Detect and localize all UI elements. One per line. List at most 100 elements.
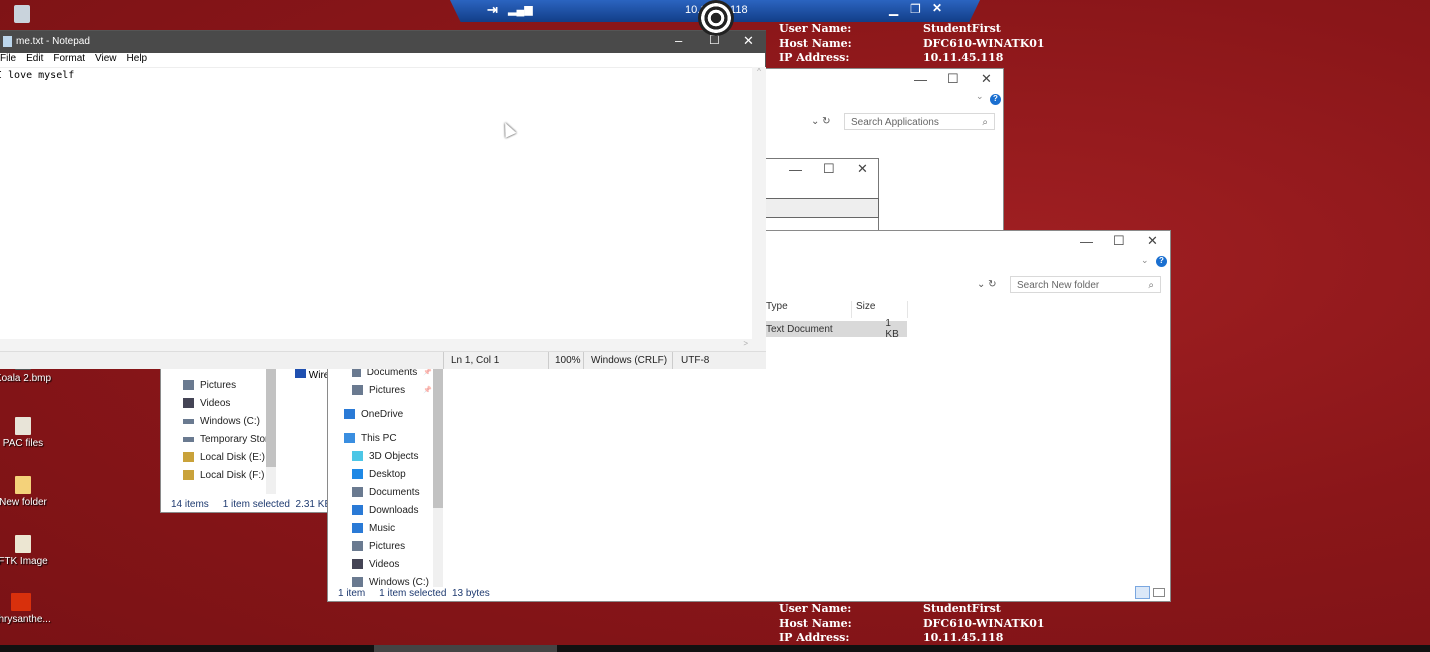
close-button[interactable]: ✕ (981, 71, 992, 87)
scrollbar[interactable] (433, 363, 443, 587)
nav-item[interactable]: Local Disk (E:) (183, 448, 274, 466)
pin-icon[interactable]: 📌 (423, 368, 432, 376)
videos-icon (183, 398, 194, 408)
nav-item[interactable]: Documents (344, 483, 432, 501)
title-bar[interactable]: me.txt - Notepad – ☐ ✕ (0, 31, 766, 53)
column-size[interactable]: Size (852, 301, 908, 318)
desktop-icon-chrysanthemum[interactable]: Chrysanthe... (0, 593, 51, 625)
nav-item[interactable]: Pictures (183, 376, 274, 394)
drive-icon (183, 418, 194, 424)
maximize-button[interactable]: ☐ (1113, 233, 1125, 249)
label: Windows (C:) (200, 415, 261, 427)
3d-objects-icon (352, 451, 363, 461)
nav-item[interactable]: Videos (344, 555, 432, 573)
expand-ribbon-icon[interactable]: ⌄ (976, 91, 984, 102)
nav-item[interactable]: Local Disk (F:) (183, 466, 274, 484)
label: Desktop (369, 468, 406, 480)
computer-icon (344, 433, 355, 443)
status-bar: 1 item 1 item selected 13 bytes (338, 588, 490, 599)
encoding: UTF-8 (672, 352, 717, 369)
search-new-folder-input[interactable]: Search New folder ⌕ (1010, 276, 1161, 293)
minimize-button[interactable]: — (1080, 234, 1093, 249)
label: Pictures (369, 384, 406, 396)
folder-icon (15, 535, 31, 553)
desktop-icon-pac-files[interactable]: PAC files (0, 417, 53, 449)
label: PAC files (2, 438, 44, 449)
size: 2.31 KB (295, 499, 332, 510)
dropdown-icon[interactable]: ⌄ ↻ (811, 116, 831, 127)
expand-ribbon-icon[interactable]: ⌄ (1141, 255, 1149, 266)
minimize-button[interactable]: — (914, 72, 927, 87)
notepad-window[interactable]: me.txt - Notepad – ☐ ✕ File Edit Format … (0, 30, 766, 369)
locked-drive-icon (183, 452, 194, 462)
file-size: 1 KB (885, 318, 899, 340)
nav-item[interactable]: 3D Objects (344, 447, 432, 465)
signal-icon: ▂▄▆ (508, 4, 533, 16)
image-icon (11, 593, 31, 611)
nav-item[interactable]: Videos (183, 394, 274, 412)
nav-item[interactable]: Windows (C:) (183, 412, 274, 430)
horizontal-scrollbar[interactable]: > (0, 339, 766, 351)
label: 3D Objects (369, 450, 419, 462)
address-dropdown-icon[interactable]: ⌄ ↻ (977, 279, 997, 290)
minimize-button[interactable]: – (675, 33, 682, 48)
desktop-icon-ftk-image[interactable]: FTK Image (0, 535, 53, 567)
label: Local Disk (E:) (200, 451, 266, 463)
pictures-icon (183, 380, 194, 390)
minimize-button[interactable]: ▁ (889, 2, 898, 16)
videos-icon (352, 559, 363, 569)
label: Pictures (200, 379, 237, 391)
maximize-button[interactable]: ☐ (947, 71, 959, 87)
minimize-button[interactable]: — (789, 162, 802, 177)
nav-item[interactable]: Downloads (344, 501, 432, 519)
nav-item[interactable]: OneDrive (344, 405, 432, 423)
selection: 1 item selected (222, 499, 290, 510)
nav-item[interactable]: Music (344, 519, 432, 537)
close-button[interactable]: ✕ (1147, 233, 1158, 249)
menu-help[interactable]: Help (127, 53, 148, 64)
pin-icon[interactable]: 📌 (423, 386, 432, 394)
taskbar-active-item[interactable] (374, 645, 557, 652)
recycle-bin-icon[interactable] (14, 5, 30, 23)
label: Videos (369, 558, 400, 570)
help-icon[interactable]: ? (990, 94, 1001, 105)
nav-item[interactable]: Desktop (344, 465, 432, 483)
scrollbar[interactable] (266, 369, 276, 494)
menu-bar: File Edit Format View Help (0, 53, 147, 64)
nav-item[interactable]: Pictures 📌 (344, 381, 432, 399)
close-button[interactable]: ✕ (743, 33, 754, 49)
file-type: Text Document (766, 323, 833, 335)
vertical-scrollbar[interactable]: ^ (752, 67, 766, 339)
value: 10.11.45.118 (923, 51, 1004, 64)
desktop-icon-new-folder[interactable]: New folder (0, 476, 53, 508)
label: Host Name: (779, 36, 852, 50)
help-icon[interactable]: ? (1156, 256, 1167, 267)
menu-view[interactable]: View (95, 53, 117, 64)
label: Pictures (369, 540, 406, 552)
maximize-button[interactable]: ☐ (823, 161, 835, 177)
list-item[interactable]: Wire (295, 368, 329, 381)
details-view-button[interactable] (1135, 586, 1150, 599)
nav-item[interactable]: This PC (344, 429, 432, 447)
file-row[interactable]: Text Document 1 KB (766, 318, 907, 340)
menu-format[interactable]: Format (53, 53, 85, 64)
pin-icon[interactable]: ⇥ (487, 2, 498, 18)
column-type[interactable]: Type (766, 301, 852, 318)
folder-icon (15, 417, 31, 435)
value: StudentFirst (923, 22, 1001, 35)
nav-item[interactable]: Temporary Stora (183, 430, 274, 448)
close-button[interactable]: ✕ (857, 161, 868, 177)
size: 13 bytes (451, 588, 490, 599)
nav-item[interactable]: Pictures (344, 537, 432, 555)
menu-edit[interactable]: Edit (26, 53, 43, 64)
text-editor[interactable]: I love myself (0, 67, 752, 339)
search-applications-input[interactable]: Search Applications ⌕ (844, 113, 995, 130)
taskbar[interactable] (0, 645, 1430, 652)
label: IP Address: (779, 51, 850, 64)
menu-file[interactable]: File (0, 53, 16, 64)
restore-button[interactable]: ❐ (910, 2, 921, 16)
close-button[interactable]: ✕ (932, 1, 942, 15)
column-headers: Type Size (766, 301, 908, 318)
large-icons-view-button[interactable] (1153, 588, 1165, 597)
label: Koala 2.bmp (0, 373, 52, 384)
